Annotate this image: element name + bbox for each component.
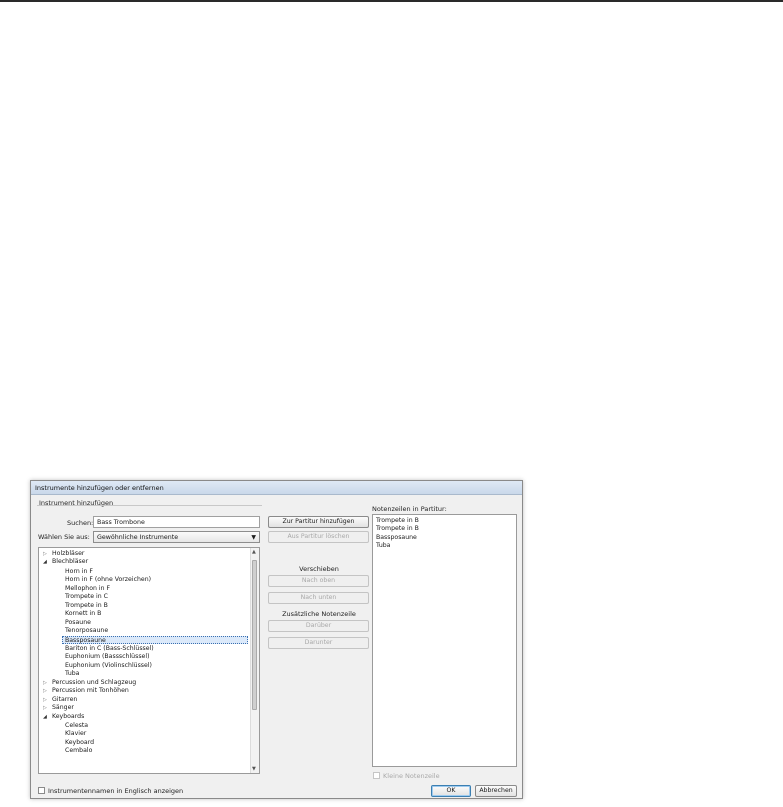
english-names-checkbox[interactable] [38,787,45,794]
tree-group-label: Keyboards [52,713,85,720]
tree-item[interactable]: Tuba [65,670,79,678]
add-to-score-button[interactable]: Zur Partitur hinzufügen [268,516,369,528]
instrument-tree[interactable]: ▷ Holzbläser ◢ Blechbläser Horn in F Hor… [38,547,260,774]
tree-item[interactable]: Bariton in C (Bass-Schlüssel) [65,645,154,653]
cancel-button[interactable]: Abbrechen [475,785,517,797]
tree-scrollbar[interactable]: ▲ ▼ [250,548,259,773]
triangle-right-icon: ▷ [43,705,47,711]
tree-item[interactable]: Kornett in B [65,610,101,618]
triangle-right-icon: ▷ [43,551,47,557]
tree-group-label: Sänger [52,704,74,711]
add-staff-below-button[interactable]: Darunter [268,637,369,649]
stave-item[interactable]: Trompete in B [376,517,419,525]
tree-group-label: Blechbläser [52,558,89,565]
tree-item[interactable]: Cembalo [65,747,92,755]
tree-item[interactable]: Euphonium (Bassschlüssel) [65,653,150,661]
tree-group-label: Percussion mit Tonhöhen [52,687,129,694]
scroll-down-icon[interactable]: ▼ [252,766,256,772]
scroll-up-icon[interactable]: ▲ [252,549,256,555]
search-label: Suchen: [67,519,94,527]
tree-item[interactable]: Tenorposaune [65,627,108,635]
search-input[interactable]: Bass Trombone [93,516,260,528]
tree-item[interactable]: Euphonium (Violinschlüssel) [65,662,152,670]
tree-item[interactable]: Celesta [65,722,88,730]
tree-item[interactable]: Trompete in B [65,602,108,610]
tree-item[interactable]: Keyboard [65,739,94,747]
stave-item[interactable]: Trompete in B [376,525,419,533]
ok-button[interactable]: OK [431,785,471,797]
staves-list[interactable]: Trompete in B Trompete in B Bassposaune … [372,514,517,767]
chevron-down-icon: ▼ [251,534,256,541]
window-title: Instrumente hinzufügen oder entfernen [35,484,164,492]
extra-staff-label: Zusätzliche Notenzeile [282,610,356,618]
move-up-button[interactable]: Nach oben [268,575,369,587]
add-remove-instruments-dialog: Instrumente hinzufügen oder entfernen In… [30,480,523,799]
tree-item-selected[interactable]: Bassposaune [62,636,248,644]
triangle-down-icon: ◢ [43,714,47,720]
move-down-button[interactable]: Nach unten [268,592,369,604]
stave-item[interactable]: Tuba [376,542,390,550]
instrument-set-value: Gewöhnliche Instrumente [97,534,179,541]
group-divider [37,505,262,506]
small-staff-label: Kleine Notenzeile [383,772,440,780]
top-border-line [0,0,783,2]
triangle-right-icon: ▷ [43,688,47,694]
stave-item[interactable]: Bassposaune [376,534,417,542]
tree-group-label: Percussion und Schlagzeug [52,679,137,686]
tree-item[interactable]: Mellophon in F [65,585,110,593]
tree-item[interactable]: Trompete in C [65,593,108,601]
staves-in-score-label: Notenzeilen in Partitur: [372,505,447,513]
small-staff-checkbox[interactable] [373,772,380,779]
tree-item[interactable]: Horn in F (ohne Vorzeichen) [65,576,151,584]
instrument-set-select[interactable]: Gewöhnliche Instrumente ▼ [93,531,260,543]
tree-group-label: Gitarren [52,696,78,703]
title-bar: Instrumente hinzufügen oder entfernen [31,481,522,495]
remove-from-score-button[interactable]: Aus Partitur löschen [268,531,369,543]
tree-group-label: Holzbläser [52,550,85,557]
triangle-right-icon: ▷ [43,697,47,703]
tree-item[interactable]: Posaune [65,619,91,627]
tree-item[interactable]: Horn in F [65,568,93,576]
move-label: Verschieben [299,565,339,573]
triangle-down-icon: ◢ [43,559,47,565]
select-label: Wählen Sie aus: [38,533,90,541]
triangle-right-icon: ▷ [43,680,47,686]
tree-item[interactable]: Klavier [65,730,86,738]
scrollbar-thumb[interactable] [252,560,257,710]
add-staff-above-button[interactable]: Darüber [268,620,369,632]
english-names-label: Instrumentennamen in Englisch anzeigen [48,787,184,795]
